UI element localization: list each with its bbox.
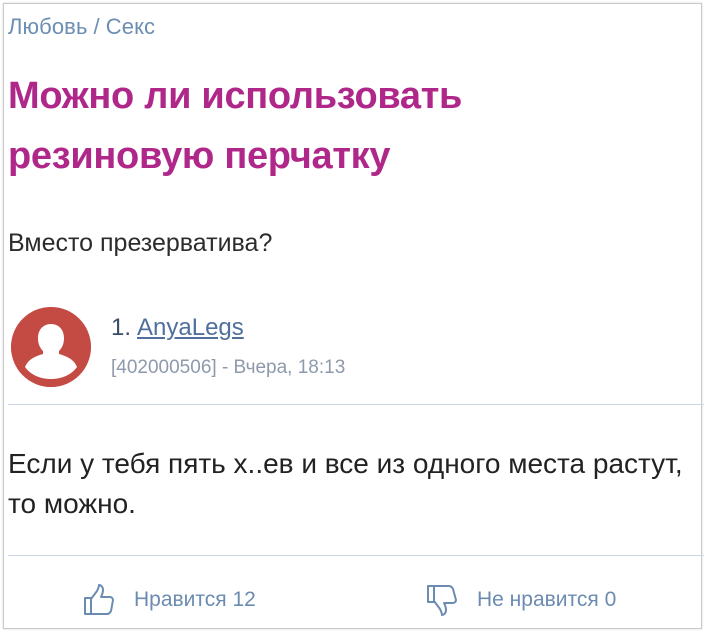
user-silhouette-icon [11, 307, 91, 387]
breadcrumb-subcategory[interactable]: Секс [106, 14, 155, 39]
answer-number: 1. [111, 314, 132, 341]
question-title: Можно ли использовать резиновую перчатку [8, 75, 463, 177]
dislike-label: Не нравится 0 [477, 588, 617, 611]
avatar[interactable] [11, 307, 91, 387]
like-button[interactable]: Нравится 12 [82, 582, 256, 618]
question-text: Вместо презерватива? [8, 229, 273, 257]
thumbs-down-icon [427, 585, 457, 616]
divider [8, 404, 704, 405]
answer-meta: [402000506] - Вчера, 18:13 [111, 357, 346, 378]
divider [8, 555, 704, 556]
answer-text: Если у тебя пять х..ев и все из одного м… [8, 448, 683, 519]
like-label: Нравится 12 [134, 588, 256, 611]
breadcrumb-category[interactable]: Любовь [8, 14, 88, 39]
breadcrumb-separator: / [93, 14, 100, 39]
answer-author: 1. AnyaLegs [111, 314, 244, 342]
thumbs-up-icon [84, 584, 114, 615]
breadcrumb: Любовь / Секс [8, 14, 155, 40]
username-link[interactable]: AnyaLegs [137, 314, 244, 341]
dislike-button[interactable]: Не нравится 0 [425, 582, 616, 618]
